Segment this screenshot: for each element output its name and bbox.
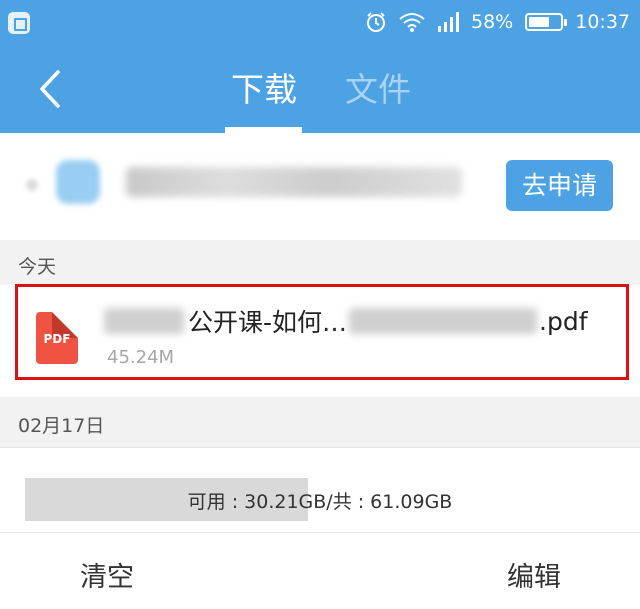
- alarm-icon: [367, 12, 385, 32]
- battery-level: [529, 17, 549, 27]
- tab-files[interactable]: 文件: [345, 68, 411, 112]
- app-header: 58% 10:37 下载 文件: [0, 0, 640, 133]
- clock: 10:37: [575, 11, 630, 33]
- storage-indicator: 可用 : 30.21GB/共 : 61.09GB: [0, 447, 640, 532]
- clear-button[interactable]: 清空: [80, 555, 134, 594]
- apply-button[interactable]: 去申请: [506, 160, 613, 211]
- status-bar: 58% 10:37: [0, 0, 640, 44]
- tab-download[interactable]: 下载: [231, 68, 297, 112]
- download-manager-screen: 58% 10:37 下载 文件 去申请 今天 PDF 公开课-如何… .pdf …: [0, 0, 640, 609]
- bottom-action-bar: 清空 编辑: [0, 532, 640, 609]
- notification-icon: [8, 12, 30, 34]
- section-header-date: 02月17日: [0, 397, 640, 447]
- wifi-icon: [399, 13, 425, 32]
- section-label-date: 02月17日: [18, 415, 105, 437]
- battery-percent: 58%: [471, 11, 514, 33]
- redacted-banner-text: [126, 167, 462, 197]
- edit-button[interactable]: 编辑: [507, 555, 561, 594]
- status-icons: 58% 10:37: [365, 8, 630, 36]
- highlight-box: [15, 284, 629, 380]
- storage-text: 可用 : 30.21GB/共 : 61.09GB: [187, 491, 453, 513]
- apply-banner: 去申请: [0, 133, 640, 240]
- redacted-avatar: [56, 160, 100, 204]
- section-label-today: 今天: [18, 256, 57, 278]
- signal-icon: [438, 12, 459, 32]
- section-header-today: 今天: [0, 240, 640, 285]
- battery-icon: [525, 13, 568, 31]
- redacted-dot: [26, 179, 38, 191]
- chevron-left-icon[interactable]: [34, 66, 64, 112]
